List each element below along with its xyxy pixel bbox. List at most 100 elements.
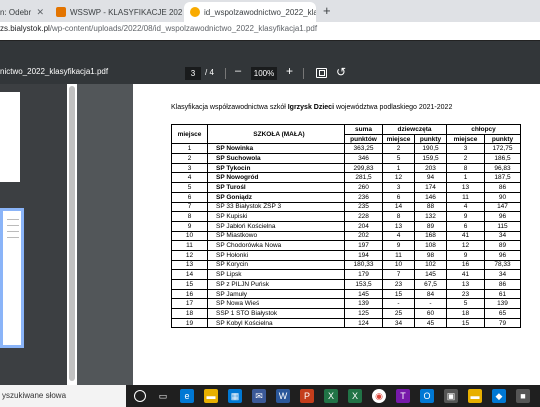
cell-dz-miejsce: 11: [382, 249, 415, 261]
cell-szkola: SP Hołonki: [207, 249, 345, 261]
page-thumbnail[interactable]: [0, 92, 20, 182]
cell-miejsce: 7: [171, 201, 208, 213]
new-tab-icon[interactable]: +: [323, 3, 331, 18]
cell-dz-punkty: 98: [414, 249, 447, 261]
cell-dz-punkty: -: [414, 298, 447, 310]
tab-label: WSSWP - KLASYFIKACJE 2021/2: [70, 7, 182, 17]
taskbar-search-input[interactable]: yszukiwane słowa: [0, 385, 126, 407]
tab-mail[interactable]: n: Odebr ✕: [0, 2, 48, 22]
file-explorer-icon[interactable]: ▬: [204, 389, 218, 403]
cortana-icon[interactable]: [134, 390, 146, 402]
chrome-icon[interactable]: ◉: [372, 389, 386, 403]
cell-szkola: SP Nowa Wieś: [207, 298, 345, 310]
cell-ch-miejsce: 3: [446, 143, 485, 155]
screen: n: Odebr ✕ WSSWP - KLASYFIKACJE 2021/2 ✕…: [0, 0, 540, 407]
store-icon[interactable]: ▦: [228, 389, 242, 403]
powerpoint-icon[interactable]: P: [300, 389, 314, 403]
excel-icon[interactable]: X: [348, 389, 362, 403]
pdf-title: nictwo_2022_klasyfikacja1.pdf: [0, 67, 109, 76]
mail-icon[interactable]: ✉: [252, 389, 266, 403]
toolbar-divider: [225, 68, 226, 79]
thumbnail-line: [7, 237, 19, 238]
url-text[interactable]: zs.bialystok.pl/wp-content/uploads/2022/…: [0, 24, 317, 33]
page-number-input[interactable]: 3: [185, 67, 201, 80]
zoom-level-input[interactable]: 100%: [251, 67, 277, 80]
sidebar-scrollbar-thumb[interactable]: [69, 86, 75, 381]
col-header-suma: suma: [344, 124, 383, 135]
teams-icon[interactable]: T: [396, 389, 410, 403]
cell-szkola: SP Lipsk: [207, 269, 345, 280]
table-row: 7 SP 33 Białystok ZSP 3 235 14 88 4 147: [171, 201, 521, 213]
cell-suma: 202: [344, 230, 383, 242]
cell-miejsce: 3: [171, 162, 208, 174]
cell-suma: 235: [344, 201, 383, 213]
cell-ch-punkty: 89: [484, 240, 521, 251]
fit-to-page-icon[interactable]: [316, 68, 327, 78]
zoom-in-button[interactable]: +: [286, 64, 293, 78]
cell-miejsce: 4: [171, 172, 208, 184]
cell-ch-miejsce: 41: [446, 269, 485, 280]
caption-text-end: województwa podlaskiego 2021-2022: [334, 104, 453, 111]
cell-szkola: SSP 1 STO Białystok: [207, 308, 345, 319]
cell-ch-miejsce: 41: [446, 230, 485, 242]
table-row: 4 SP Nowogród 281,5 12 94 1 187,5: [171, 172, 521, 184]
page-thumbnail-selected[interactable]: [0, 208, 24, 348]
cell-dz-miejsce: 4: [382, 230, 415, 242]
cell-ch-punkty: 139: [484, 298, 521, 310]
tab-wsswp[interactable]: WSSWP - KLASYFIKACJE 2021/2 ✕: [50, 2, 182, 22]
tab-label: n: Odebr: [0, 7, 32, 17]
cell-suma: 236: [344, 191, 383, 203]
app-icon[interactable]: ■: [516, 389, 530, 403]
address-bar[interactable]: zs.bialystok.pl/wp-content/uploads/2022/…: [0, 22, 540, 40]
outlook-icon[interactable]: O: [420, 389, 434, 403]
table-row: 8 SP Kupiski 228 8 132 9 96: [171, 211, 521, 222]
table-row: 1 SP Nowinka 363,25 2 190,5 3 172,75: [171, 143, 521, 155]
url-domain: zs.bialystok.pl: [0, 24, 50, 33]
col-header-dziewczeta: dziewczęta: [382, 124, 447, 135]
folder-icon[interactable]: ▬: [468, 389, 482, 403]
word-icon[interactable]: W: [276, 389, 290, 403]
col-header-punktow: punktów: [344, 133, 383, 145]
classification-table: miejsce SZKOŁA (MAŁA) suma dziewczęta ch…: [171, 123, 521, 329]
cell-dz-punkty: 203: [414, 162, 447, 174]
rotate-icon[interactable]: ↺: [336, 65, 346, 79]
cell-ch-punkty: 186,5: [484, 153, 521, 164]
cell-dz-punkty: 84: [414, 288, 447, 300]
cell-suma: 124: [344, 317, 383, 329]
cell-szkola: SP Suchowola: [207, 153, 345, 164]
cell-miejsce: 5: [171, 182, 208, 193]
cell-ch-punkty: 96: [484, 249, 521, 261]
cell-suma: 194: [344, 249, 383, 261]
cell-suma: 125: [344, 308, 383, 319]
cell-suma: 228: [344, 211, 383, 222]
cell-dz-punkty: 146: [414, 191, 447, 203]
cell-dz-punkty: 174: [414, 182, 447, 193]
excel-icon[interactable]: X: [324, 389, 338, 403]
close-icon[interactable]: ✕: [36, 7, 44, 18]
toolbar-divider: [303, 68, 304, 79]
cell-ch-punkty: 147: [484, 201, 521, 213]
tab-label: id_wspolzawodnictwo_2022_klas: [204, 7, 316, 17]
app-icon[interactable]: ▣: [444, 389, 458, 403]
cell-dz-punkty: 132: [414, 211, 447, 222]
cell-dz-punkty: 45: [414, 317, 447, 329]
edge-icon[interactable]: e: [180, 389, 194, 403]
cell-suma: 204: [344, 220, 383, 232]
app-icon[interactable]: ◆: [492, 389, 506, 403]
cell-dz-punkty: 159,5: [414, 153, 447, 164]
cell-dz-miejsce: 6: [382, 191, 415, 203]
table-row: 13 SP Korycin 180,33 10 102 16 78,33: [171, 259, 521, 271]
cell-miejsce: 14: [171, 269, 208, 280]
tab-pdf-active[interactable]: id_wspolzawodnictwo_2022_klas ✕: [184, 2, 316, 22]
table-row: 14 SP Lipsk 179 7 145 41 34: [171, 269, 521, 280]
zoom-out-button[interactable]: –: [235, 65, 241, 77]
table-row: 10 SP Miastkowo 202 4 168 41 34: [171, 230, 521, 242]
table-row: 5 SP Turośl 260 3 174 13 86: [171, 182, 521, 193]
cell-dz-punkty: 108: [414, 240, 447, 251]
cell-szkola: SP Turośl: [207, 182, 345, 193]
cell-dz-miejsce: 8: [382, 211, 415, 222]
table-row: 15 SP z PILJN Puńsk 153,5 23 67,5 13 86: [171, 279, 521, 290]
cell-szkola: SP 33 Białystok ZSP 3: [207, 201, 345, 213]
cell-ch-punkty: 61: [484, 288, 521, 300]
task-view-icon[interactable]: ▭: [156, 389, 170, 403]
